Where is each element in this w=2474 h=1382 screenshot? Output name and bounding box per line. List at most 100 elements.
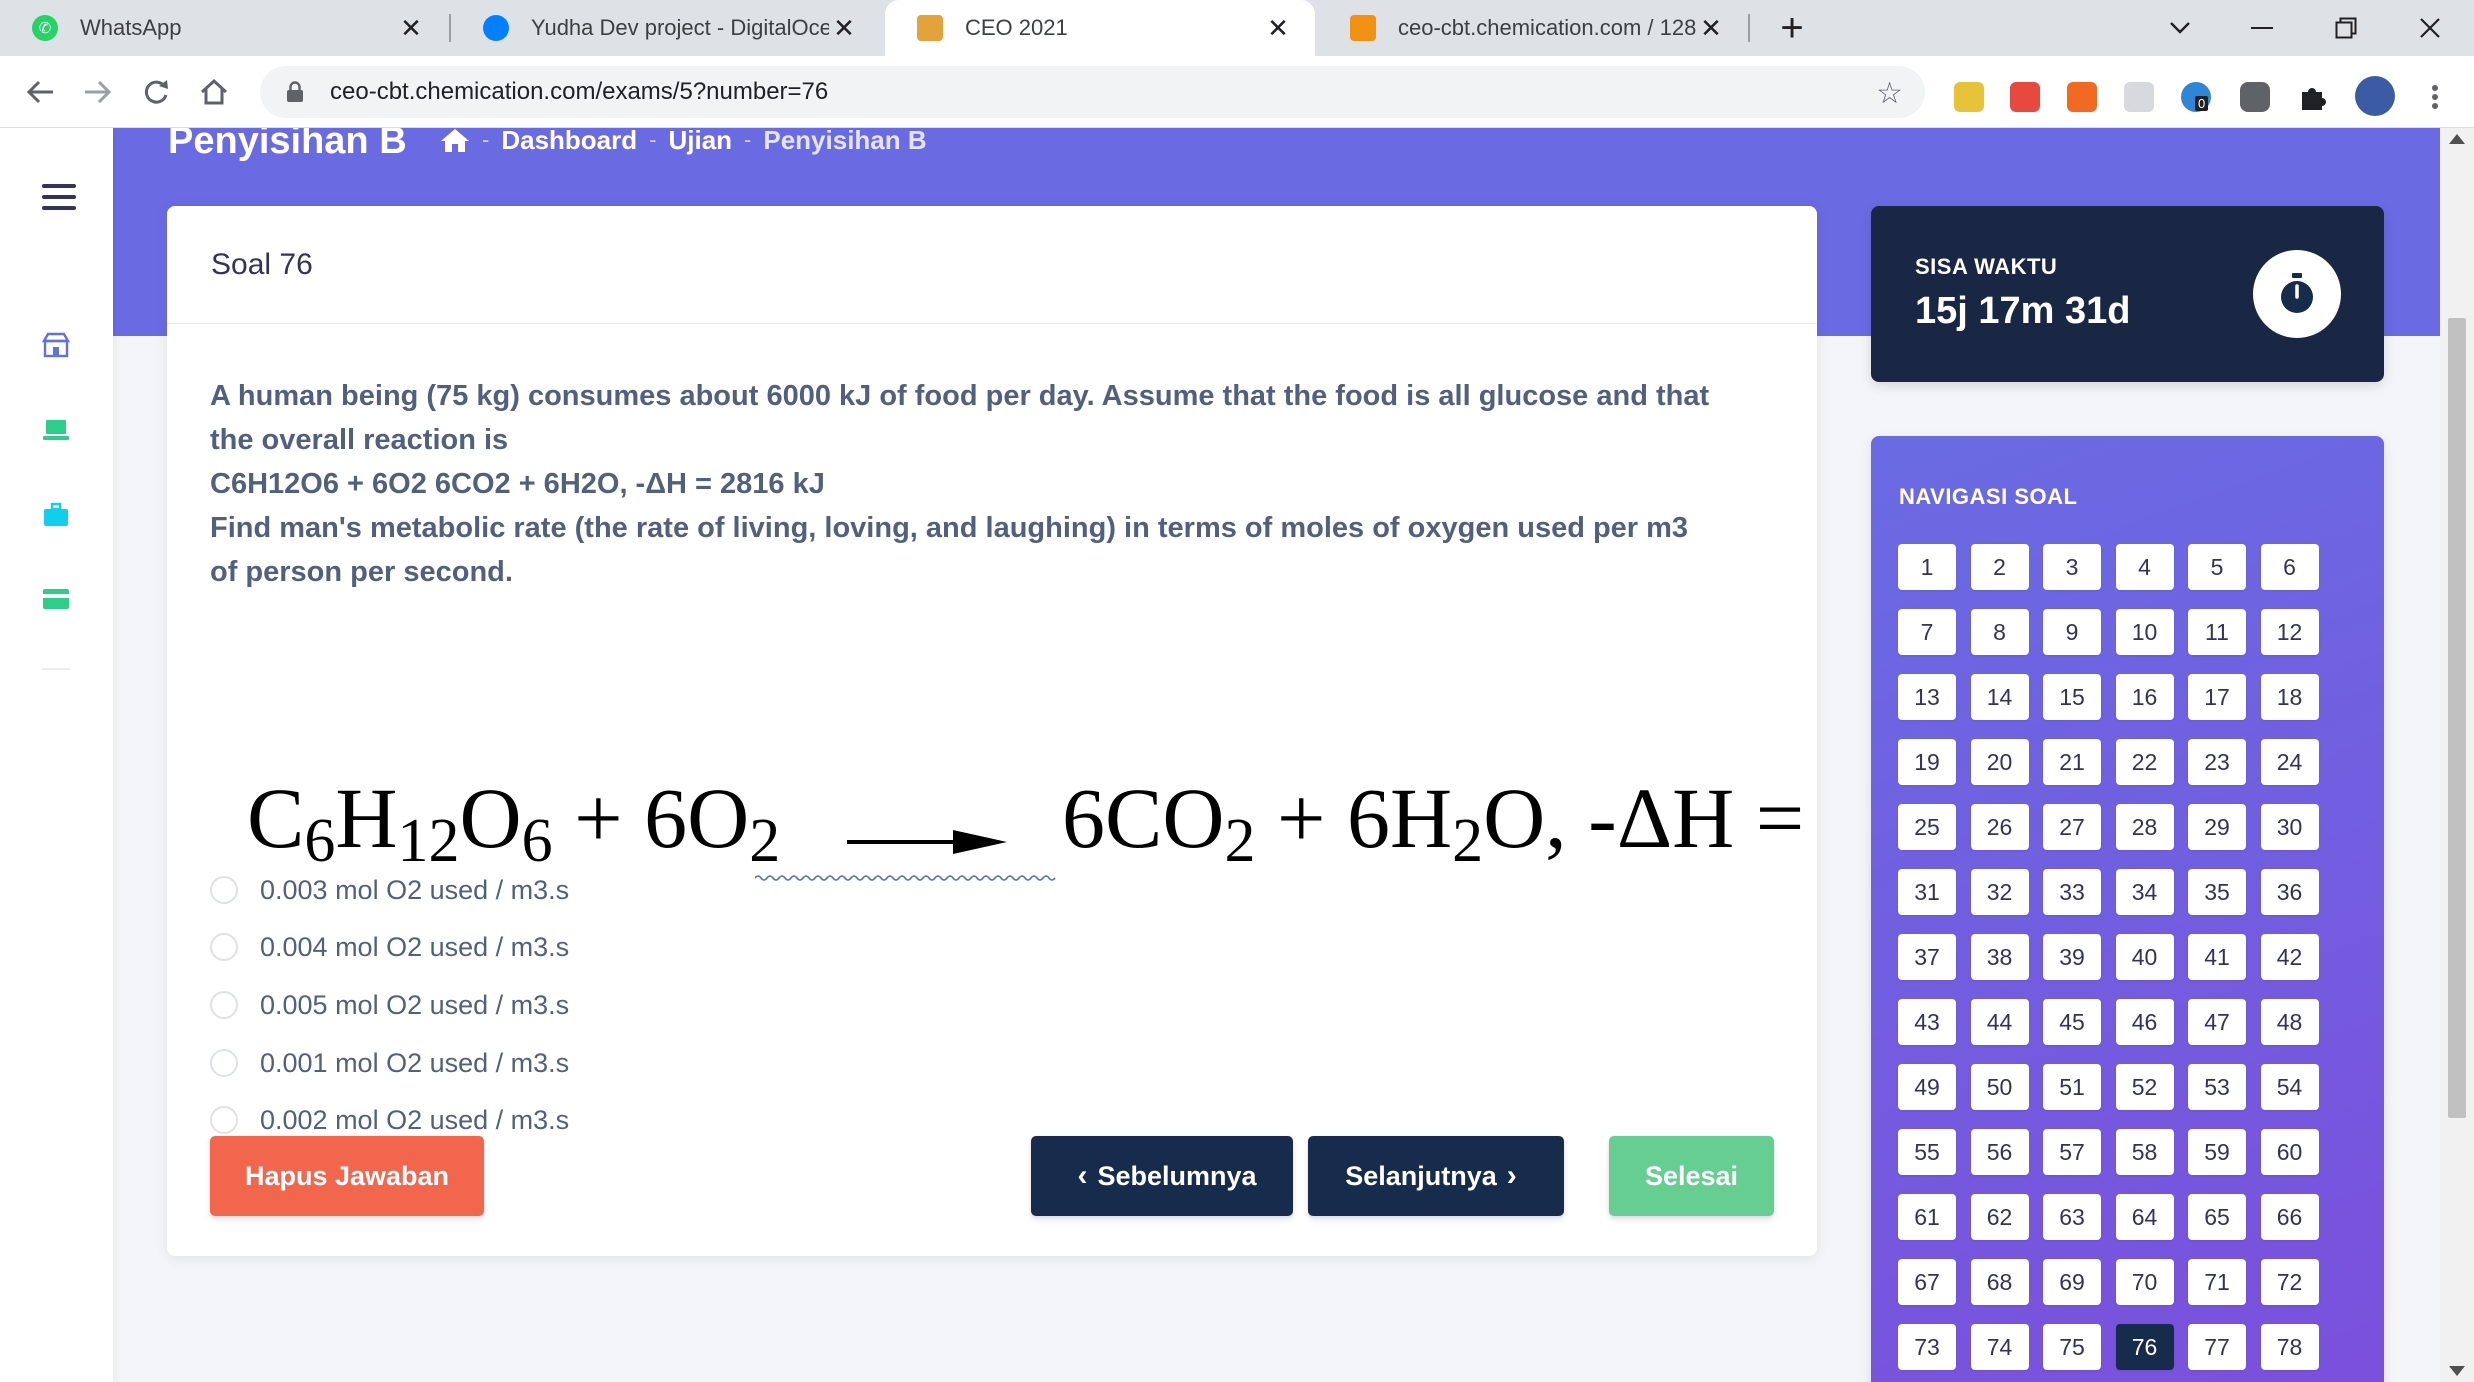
question-nav-button[interactable]: 62 [1970, 1194, 2029, 1240]
restore-icon[interactable] [2306, 0, 2386, 56]
question-nav-button[interactable]: 60 [2260, 1129, 2319, 1175]
question-nav-button[interactable]: 54 [2260, 1064, 2319, 1110]
answer-option[interactable]: 0.002 mol O2 used / m3.s [210, 1102, 569, 1138]
address-bar[interactable]: ceo-cbt.chemication.com/exams/5?number=7… [260, 66, 1925, 118]
close-icon[interactable]: ✕ [829, 13, 859, 44]
close-icon[interactable]: ✕ [396, 13, 426, 44]
question-nav-button[interactable]: 3 [2043, 544, 2101, 590]
tab-digitalocean[interactable]: Yudha Dev project - DigitalOcean ✕ [451, 0, 881, 56]
tab-phpmyadmin[interactable]: ceo-cbt.chemication.com / 128.1 ✕ [1318, 0, 1748, 56]
breadcrumb-dashboard[interactable]: Dashboard [501, 128, 637, 156]
close-icon[interactable]: ✕ [1263, 13, 1293, 44]
question-nav-button[interactable]: 16 [2115, 674, 2174, 720]
question-nav-button[interactable]: 13 [1898, 674, 1956, 720]
question-nav-button[interactable]: 32 [1970, 869, 2029, 915]
question-nav-button[interactable]: 44 [1970, 999, 2029, 1045]
scrollbar-thumb[interactable] [2448, 318, 2466, 1118]
question-nav-button[interactable]: 40 [2115, 934, 2174, 980]
answer-option[interactable]: 0.001 mol O2 used / m3.s [210, 1045, 569, 1081]
question-nav-button[interactable]: 78 [2260, 1324, 2319, 1370]
extension-icon[interactable] [2067, 82, 2097, 112]
answer-option[interactable]: 0.004 mol O2 used / m3.s [210, 929, 569, 965]
bookmark-star-icon[interactable]: ☆ [1876, 76, 1903, 111]
question-nav-button[interactable]: 42 [2260, 934, 2319, 980]
question-nav-button[interactable]: 26 [1970, 804, 2029, 850]
laptop-icon[interactable] [42, 418, 70, 442]
breadcrumb-ujian[interactable]: Ujian [668, 128, 732, 156]
profile-avatar[interactable] [2355, 76, 2395, 116]
tab-ceo-2021[interactable]: CEO 2021 ✕ [885, 0, 1315, 56]
scroll-up-icon[interactable] [2449, 134, 2465, 144]
hamburger-menu-icon[interactable] [42, 184, 78, 212]
forward-icon[interactable] [76, 70, 120, 114]
close-icon[interactable]: ✕ [1696, 13, 1726, 44]
question-nav-button[interactable]: 9 [2043, 609, 2101, 655]
answer-option[interactable]: 0.005 mol O2 used / m3.s [210, 987, 569, 1023]
question-nav-button[interactable]: 67 [1898, 1259, 1956, 1305]
question-nav-button[interactable]: 53 [2188, 1064, 2246, 1110]
question-nav-button[interactable]: 1 [1898, 544, 1956, 590]
previous-button[interactable]: ‹ Sebelumnya [1031, 1136, 1293, 1216]
question-nav-button[interactable]: 28 [2115, 804, 2174, 850]
question-nav-button[interactable]: 43 [1898, 999, 1956, 1045]
radio-button[interactable] [210, 876, 238, 904]
question-nav-button[interactable]: 6 [2260, 544, 2319, 590]
back-icon[interactable] [18, 70, 62, 114]
question-nav-button[interactable]: 69 [2043, 1259, 2101, 1305]
question-nav-button[interactable]: 48 [2260, 999, 2319, 1045]
question-nav-button[interactable]: 70 [2115, 1259, 2174, 1305]
question-nav-button[interactable]: 71 [2188, 1259, 2246, 1305]
question-nav-button[interactable]: 76 [2115, 1324, 2174, 1370]
finish-button[interactable]: Selesai [1609, 1136, 1774, 1216]
question-nav-button[interactable]: 52 [2115, 1064, 2174, 1110]
question-nav-button[interactable]: 10 [2115, 609, 2174, 655]
new-tab-button[interactable]: + [1770, 6, 1814, 50]
question-nav-button[interactable]: 50 [1970, 1064, 2029, 1110]
question-nav-button[interactable]: 5 [2188, 544, 2246, 590]
briefcase-icon[interactable] [42, 502, 70, 526]
question-nav-button[interactable]: 35 [2188, 869, 2246, 915]
radio-button[interactable] [210, 1106, 238, 1134]
question-nav-button[interactable]: 31 [1898, 869, 1956, 915]
credit-card-icon[interactable] [42, 588, 70, 612]
question-nav-button[interactable]: 21 [2043, 739, 2101, 785]
question-nav-button[interactable]: 14 [1970, 674, 2029, 720]
question-nav-button[interactable]: 59 [2188, 1129, 2246, 1175]
question-nav-button[interactable]: 33 [2043, 869, 2101, 915]
question-nav-button[interactable]: 47 [2188, 999, 2246, 1045]
question-nav-button[interactable]: 38 [1970, 934, 2029, 980]
tab-whatsapp[interactable]: ✆ WhatsApp ✕ [0, 0, 448, 56]
question-nav-button[interactable]: 11 [2188, 609, 2246, 655]
question-nav-button[interactable]: 77 [2188, 1324, 2246, 1370]
question-nav-button[interactable]: 46 [2115, 999, 2174, 1045]
reload-icon[interactable] [134, 70, 178, 114]
home-icon[interactable] [440, 128, 470, 153]
question-nav-button[interactable]: 22 [2115, 739, 2174, 785]
window-close-icon[interactable] [2390, 0, 2470, 56]
question-nav-button[interactable]: 15 [2043, 674, 2101, 720]
question-nav-button[interactable]: 55 [1898, 1129, 1956, 1175]
question-nav-button[interactable]: 66 [2260, 1194, 2319, 1240]
answer-option[interactable]: 0.003 mol O2 used / m3.s [210, 872, 569, 908]
question-nav-button[interactable]: 29 [2188, 804, 2246, 850]
radio-button[interactable] [210, 1049, 238, 1077]
question-nav-button[interactable]: 49 [1898, 1064, 1956, 1110]
question-nav-button[interactable]: 61 [1898, 1194, 1956, 1240]
question-nav-button[interactable]: 17 [2188, 674, 2246, 720]
clear-answer-button[interactable]: Hapus Jawaban [210, 1136, 484, 1216]
question-nav-button[interactable]: 12 [2260, 609, 2319, 655]
question-nav-button[interactable]: 27 [2043, 804, 2101, 850]
question-nav-button[interactable]: 2 [1970, 544, 2029, 590]
extension-icon[interactable] [2010, 82, 2040, 112]
question-nav-button[interactable]: 51 [2043, 1064, 2101, 1110]
question-nav-button[interactable]: 20 [1970, 739, 2029, 785]
question-nav-button[interactable]: 56 [1970, 1129, 2029, 1175]
minimize-icon[interactable] [2222, 0, 2302, 56]
next-button[interactable]: Selanjutnya › [1308, 1136, 1564, 1216]
question-nav-button[interactable]: 68 [1970, 1259, 2029, 1305]
question-nav-button[interactable]: 25 [1898, 804, 1956, 850]
tab-search-icon[interactable] [2140, 0, 2220, 56]
question-nav-button[interactable]: 58 [2115, 1129, 2174, 1175]
question-nav-button[interactable]: 37 [1898, 934, 1956, 980]
shop-icon[interactable] [41, 332, 71, 358]
